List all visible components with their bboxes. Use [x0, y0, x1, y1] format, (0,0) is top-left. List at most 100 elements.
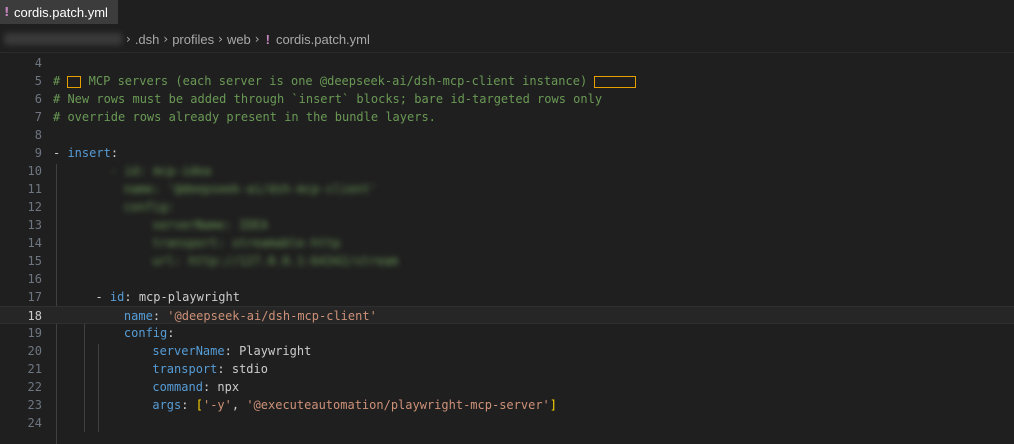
code-content: - id: mcp-playwright: [81, 288, 240, 306]
code-line[interactable]: 16: [0, 270, 1014, 288]
code-line[interactable]: 9- insert:: [0, 144, 1014, 162]
redacted-code: - id: mcp-idea: [109, 164, 212, 178]
line-number: 24: [27, 416, 42, 430]
yaml-colon: :: [224, 344, 232, 358]
code-line[interactable]: 8: [0, 126, 1014, 144]
breadcrumb-item-file[interactable]: cordis.patch.yml: [276, 32, 370, 47]
line-number: 19: [27, 326, 42, 340]
code-line[interactable]: 17 - id: mcp-playwright: [0, 288, 1014, 306]
code-content: name: '@deepseek-ai/dsh-mcp-client': [95, 180, 377, 198]
code-line[interactable]: 15 url: http://127.0.0.1:64342/stream: [0, 252, 1014, 270]
comma: ,: [231, 398, 247, 412]
code-content: transport: streamable-http: [109, 234, 340, 252]
yaml-file-icon: !: [4, 5, 10, 19]
yaml-key: serverName: [152, 344, 225, 358]
code-content: command: npx: [109, 378, 239, 396]
yaml-colon: :: [167, 326, 175, 340]
line-number: 9: [34, 146, 42, 160]
code-line[interactable]: 7 # override rows already present in the …: [0, 108, 1014, 126]
yaml-value: stdio: [224, 362, 268, 376]
chevron-right-icon: ›: [163, 32, 169, 46]
code-line[interactable]: 5 # MCP servers (each server is one @deep…: [0, 72, 1014, 90]
code-content: transport: stdio: [109, 360, 268, 378]
code-line[interactable]: 21 transport: stdio: [0, 360, 1014, 378]
line-number: 7: [34, 110, 42, 124]
line-number: 16: [27, 272, 42, 286]
breadcrumb-item-dsh[interactable]: .dsh: [135, 32, 160, 47]
redacted-code: config:: [123, 200, 175, 214]
editor-tab-cordis-patch[interactable]: ! cordis.patch.yml: [0, 0, 118, 24]
code-line[interactable]: 10 - id: mcp-idea: [0, 162, 1014, 180]
yaml-colon: :: [181, 398, 189, 412]
line-number: 13: [27, 218, 42, 232]
line-number: 22: [27, 380, 42, 394]
code-line[interactable]: 11 name: '@deepseek-ai/dsh-mcp-client': [0, 180, 1014, 198]
breadcrumb-item-profiles[interactable]: profiles: [172, 32, 214, 47]
code-line[interactable]: 24: [0, 414, 1014, 432]
yaml-string: '-y': [202, 398, 232, 412]
line-number: 21: [27, 362, 42, 376]
yaml-dash: -: [53, 146, 68, 160]
breadcrumb: › .dsh › profiles › web › ! cordis.patch…: [0, 28, 1014, 50]
code-line[interactable]: 6 # New rows must be added through `inser…: [0, 90, 1014, 108]
line-number: 11: [27, 182, 42, 196]
line-number: 8: [34, 128, 42, 142]
redacted-code: serverName: IDEA: [152, 218, 268, 232]
code-line[interactable]: 19 config:: [0, 324, 1014, 342]
code-line[interactable]: 18 name: '@deepseek-ai/dsh-mcp-client': [0, 306, 1014, 324]
unicode-box-glyph: [67, 75, 82, 88]
code-line[interactable]: 12 config:: [0, 198, 1014, 216]
line-number: 10: [27, 164, 42, 178]
code-line[interactable]: 13 serverName: IDEA: [0, 216, 1014, 234]
comment: # New rows must be added through `insert…: [53, 92, 603, 106]
yaml-value: npx: [210, 380, 240, 394]
line-number: 23: [27, 398, 42, 412]
code-content: # New rows must be added through `insert…: [53, 90, 602, 108]
yaml-key: id: [109, 290, 125, 304]
code-line[interactable]: 14 transport: streamable-http: [0, 234, 1014, 252]
line-number: 18: [27, 309, 42, 323]
bracket: ]: [549, 398, 557, 412]
code-line[interactable]: 4: [0, 54, 1014, 72]
yaml-key: command: [152, 380, 203, 394]
code-content: # MCP servers (each server is one @deeps…: [53, 72, 637, 90]
line-number: 6: [34, 92, 42, 106]
line-number: 5: [34, 74, 42, 88]
yaml-file-icon: !: [265, 31, 270, 47]
code-content: serverName: Playwright: [109, 342, 311, 360]
chevron-right-icon: ›: [126, 32, 131, 46]
code-line[interactable]: 20 serverName: Playwright: [0, 342, 1014, 360]
code-content: url: http://127.0.0.1:64342/stream: [109, 252, 398, 270]
yaml-key: transport: [152, 362, 218, 376]
line-number: 15: [27, 254, 42, 268]
comment: #: [53, 74, 68, 88]
code-content: - id: mcp-idea: [81, 162, 211, 180]
yaml-string: '@executeautomation/playwright-mcp-serve…: [246, 398, 550, 412]
yaml-colon: :: [110, 146, 119, 160]
yaml-key: insert: [67, 146, 111, 160]
breadcrumb-item-web[interactable]: web: [227, 32, 251, 47]
redacted-code: url: http://127.0.0.1:64342/stream: [152, 254, 398, 268]
code-content: args: ['-y', '@executeautomation/playwri…: [109, 396, 557, 414]
code-content: - insert:: [53, 144, 118, 162]
chevron-right-icon: ›: [218, 32, 223, 46]
yaml-dash: -: [95, 290, 110, 304]
line-number: 14: [27, 236, 42, 250]
yaml-colon: :: [217, 362, 225, 376]
yaml-string: '@deepseek-ai/dsh-mcp-client': [167, 309, 377, 323]
comment: # override rows already present in the b…: [53, 110, 436, 124]
line-number: 12: [27, 200, 42, 214]
code-line[interactable]: 22 command: npx: [0, 378, 1014, 396]
breadcrumb-redacted-path: [4, 33, 122, 45]
code-line[interactable]: 23 args: ['-y', '@executeautomation/play…: [0, 396, 1014, 414]
code-editor[interactable]: 4 5 # MCP servers (each server is one @dee…: [0, 52, 1014, 444]
